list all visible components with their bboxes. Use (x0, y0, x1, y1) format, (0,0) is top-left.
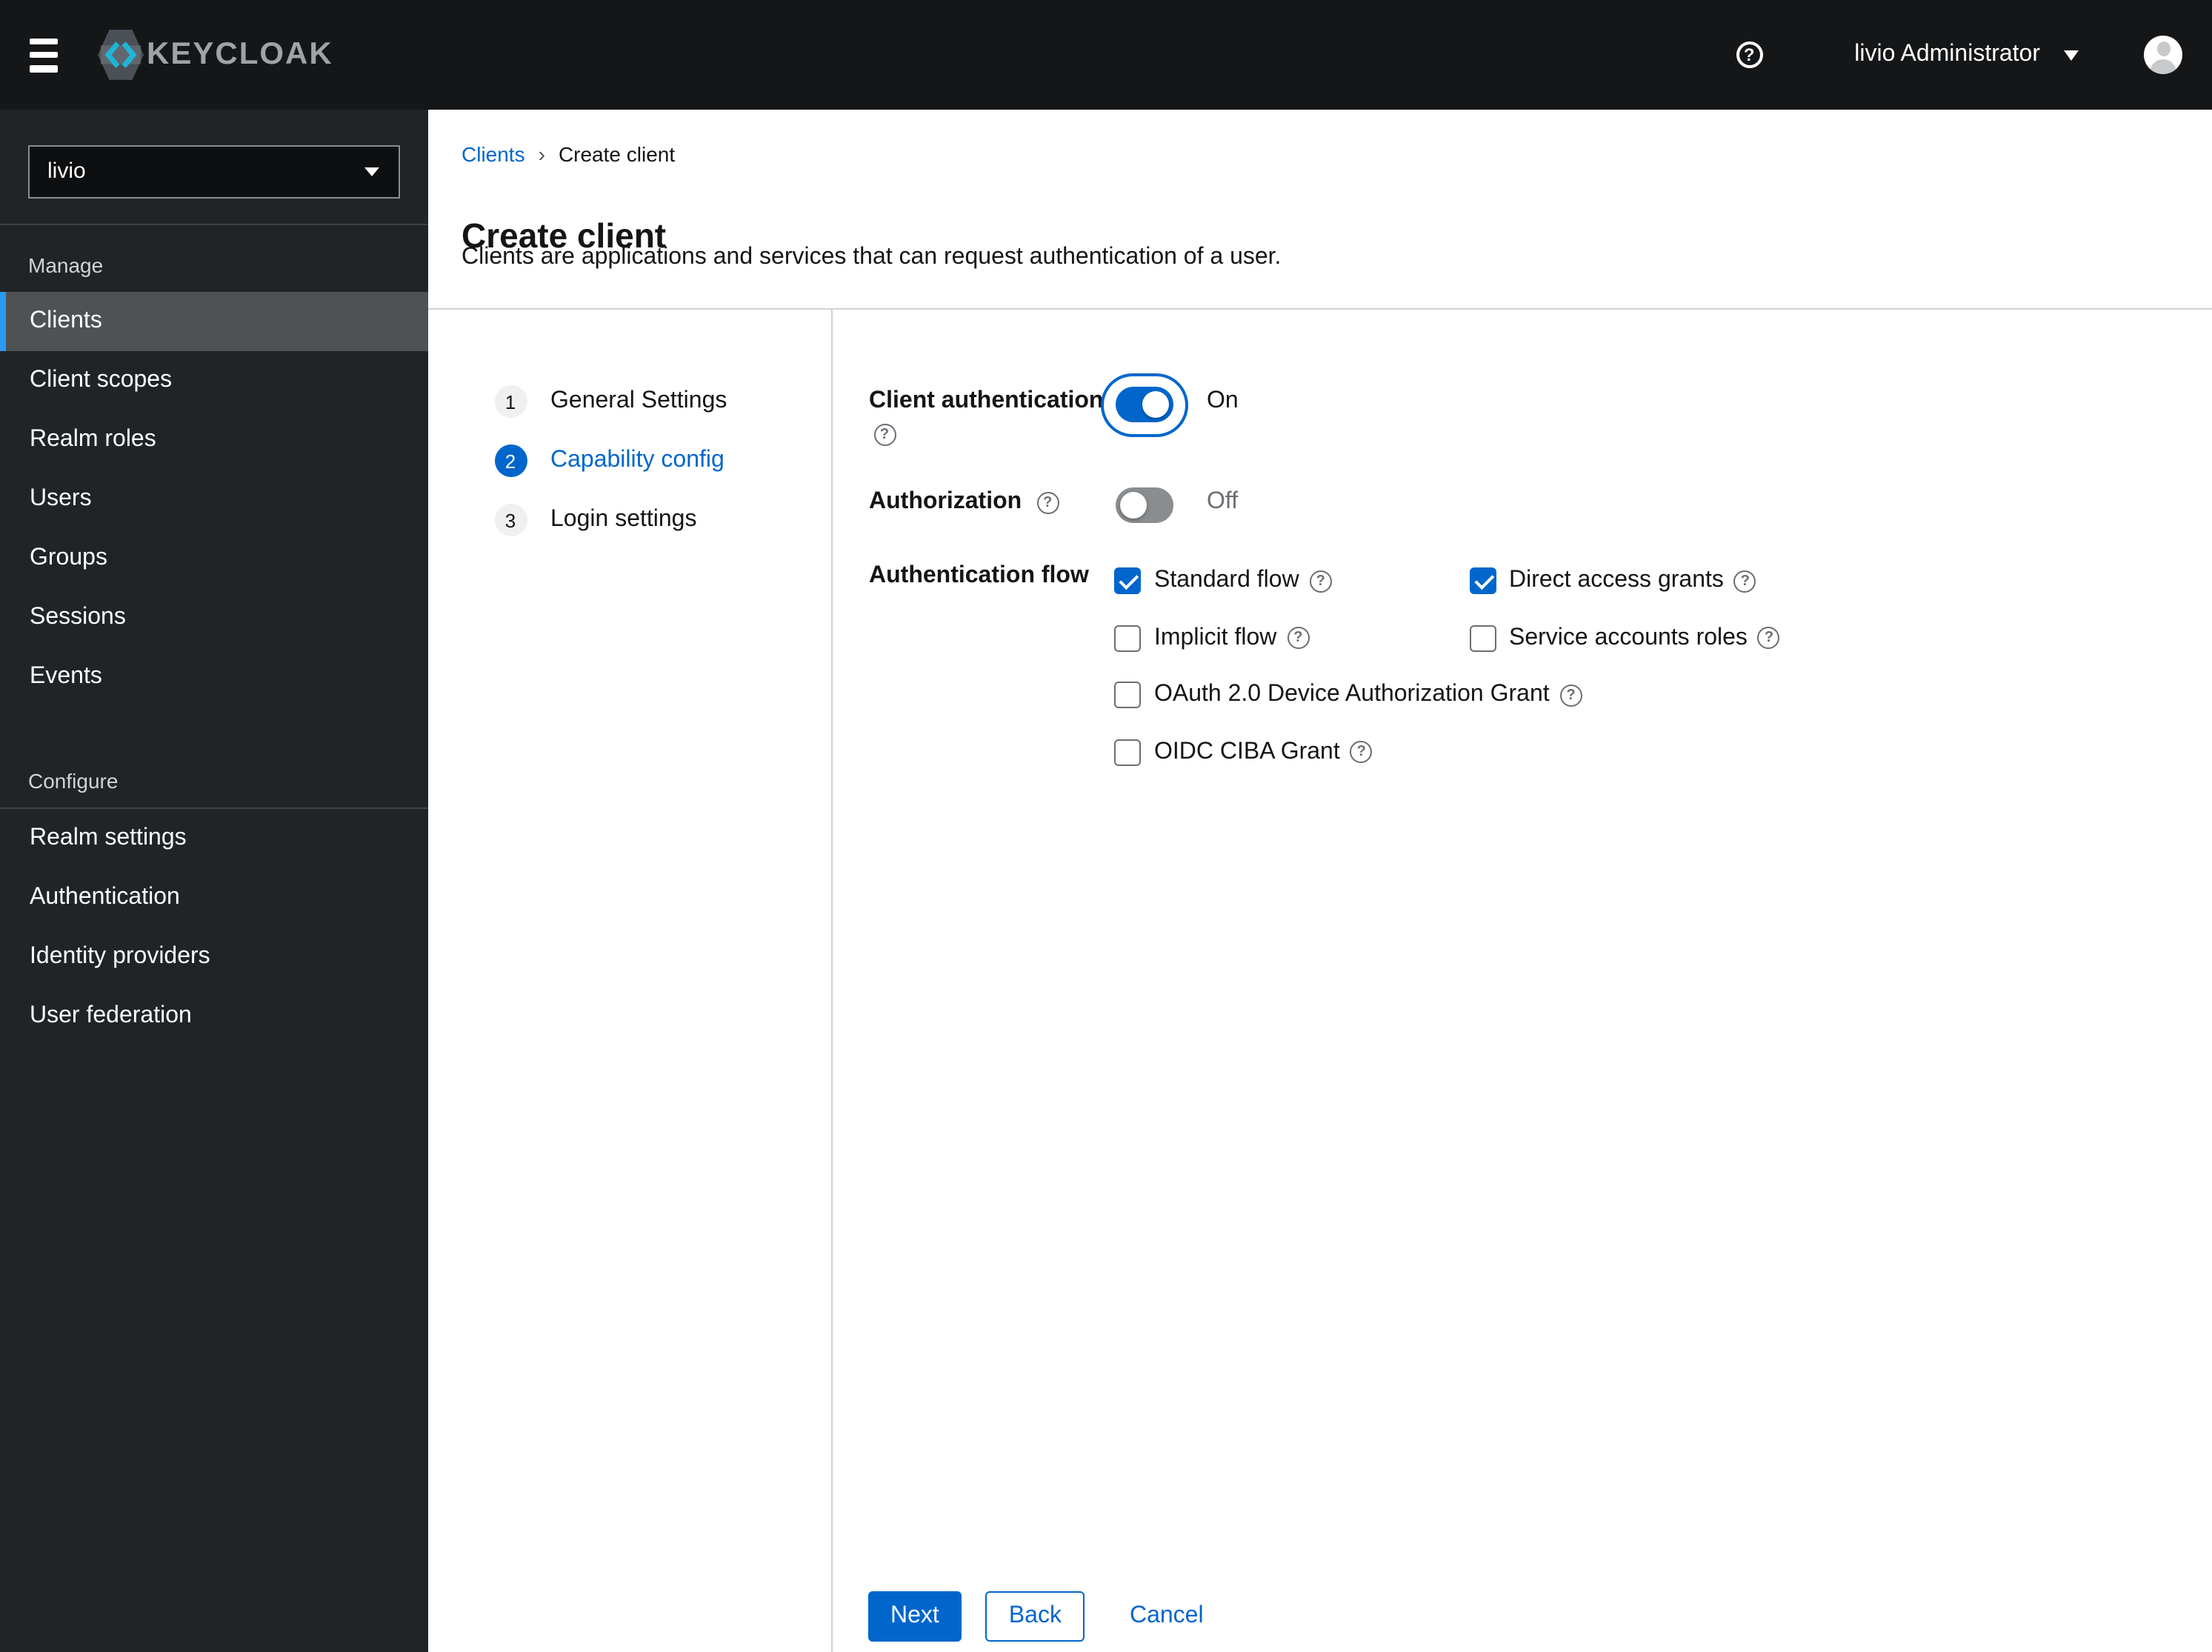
option-label: Service accounts roles (1509, 625, 1748, 650)
option-label: Implicit flow (1154, 625, 1277, 650)
sidebar-item-user-federation[interactable]: User federation (0, 986, 427, 1045)
authorization-help-icon[interactable]: ? (1036, 491, 1059, 513)
authorization-toggle[interactable] (1115, 487, 1173, 523)
sidebar: livio Manage Clients Client scopes Realm… (0, 110, 427, 1652)
authorization-label-row: Authorization ? (869, 489, 1059, 516)
chevron-down-icon (364, 167, 379, 176)
breadcrumb: Clients › Create client (462, 142, 675, 166)
sidebar-item-realm-settings[interactable]: Realm settings (0, 808, 427, 867)
authorization-state: Off (1207, 489, 1239, 514)
client-authentication-toggle[interactable] (1115, 387, 1173, 423)
breadcrumb-clients-link[interactable]: Clients (462, 142, 525, 166)
client-authentication-state: On (1207, 388, 1239, 413)
help-icon[interactable]: ? (1736, 41, 1763, 68)
wizard-step-general-settings[interactable]: 1 General Settings (494, 385, 830, 418)
option-direct-access-grants: Direct access grants ? (1469, 567, 1780, 594)
breadcrumb-current: Create client (558, 142, 676, 166)
main-content: Clients › Create client Create client Cl… (427, 110, 2212, 1652)
wizard-footer: Next Back Cancel (868, 1591, 1204, 1642)
keycloak-logo-icon (98, 30, 144, 80)
keycloak-admin-console: KEYCLOAK ? livio Administrator livio Man… (0, 0, 2212, 1652)
toggle-knob (1142, 391, 1168, 419)
sidebar-item-sessions[interactable]: Sessions (0, 587, 427, 647)
implicit-flow-checkbox[interactable] (1114, 625, 1141, 651)
direct-access-grants-help-icon[interactable]: ? (1733, 570, 1756, 592)
oauth-device-grant-checkbox[interactable] (1114, 682, 1141, 708)
client-authentication-switch-focus-ring (1100, 373, 1187, 436)
manage-nav-list: Clients Client scopes Realm roles Users … (0, 291, 427, 706)
next-button[interactable]: Next (868, 1591, 962, 1642)
standard-flow-checkbox[interactable] (1114, 567, 1141, 594)
option-label: OAuth 2.0 Device Authorization Grant (1154, 682, 1550, 707)
avatar[interactable] (2144, 36, 2182, 74)
step-label: General Settings (550, 388, 727, 413)
chevron-right-icon: › (538, 142, 545, 166)
nav-toggle-icon[interactable] (30, 38, 58, 72)
masthead: KEYCLOAK ? livio Administrator (0, 0, 2212, 110)
sidebar-item-identity-providers[interactable]: Identity providers (0, 927, 427, 986)
sidebar-item-realm-roles[interactable]: Realm roles (0, 410, 427, 469)
step-number: 2 (494, 444, 527, 477)
toggle-knob (1119, 492, 1146, 519)
oidc-ciba-grant-checkbox[interactable] (1114, 739, 1141, 765)
realm-selector[interactable]: livio (28, 145, 399, 198)
wizard-step-capability-config[interactable]: 2 Capability config (494, 444, 830, 477)
option-label: Direct access grants (1509, 567, 1724, 593)
implicit-flow-help-icon[interactable]: ? (1287, 627, 1310, 649)
option-oidc-ciba-grant: OIDC CIBA Grant ? (1114, 739, 1780, 765)
step-label: Login settings (550, 507, 697, 532)
sidebar-item-client-scopes[interactable]: Client scopes (0, 350, 427, 410)
wizard-steps-nav: 1 General Settings 2 Capability config 3… (427, 310, 832, 1652)
section-title-configure: Configure (28, 768, 119, 792)
capability-config-form: Client authentication ? On Authorization… (832, 310, 2212, 1652)
configure-nav-list: Realm settings Authentication Identity p… (0, 808, 427, 1045)
create-client-wizard: 1 General Settings 2 Capability config 3… (427, 310, 2212, 1652)
oauth-device-grant-help-icon[interactable]: ? (1559, 684, 1582, 706)
authentication-flow-options: Standard flow ? Direct access grants ? I… (1114, 567, 1780, 765)
section-title-manage: Manage (28, 253, 104, 276)
wizard-step-login-settings[interactable]: 3 Login settings (494, 504, 830, 536)
option-label: OIDC CIBA Grant (1154, 739, 1340, 764)
chevron-down-icon (2064, 50, 2079, 60)
step-number: 3 (494, 504, 527, 536)
option-standard-flow: Standard flow ? (1114, 567, 1469, 594)
keycloak-logo: KEYCLOAK (98, 30, 333, 80)
brand-text: KEYCLOAK (147, 37, 333, 71)
sidebar-item-groups[interactable]: Groups (0, 528, 427, 587)
cancel-button[interactable]: Cancel (1130, 1603, 1204, 1630)
option-label: Standard flow (1154, 567, 1299, 593)
sidebar-item-events[interactable]: Events (0, 647, 427, 706)
authorization-label: Authorization (869, 489, 1022, 514)
client-authentication-help-icon[interactable]: ? (873, 424, 896, 446)
back-button[interactable]: Back (985, 1591, 1085, 1642)
option-service-accounts-roles: Service accounts roles ? (1469, 625, 1780, 651)
page-subtitle: Clients are applications and services th… (462, 244, 1282, 270)
realm-name: livio (47, 159, 86, 184)
user-menu[interactable]: livio Administrator (1854, 41, 2079, 68)
option-oauth-device-grant: OAuth 2.0 Device Authorization Grant ? (1114, 682, 1780, 708)
step-label: Capability config (550, 447, 724, 473)
user-name: livio Administrator (1854, 41, 2040, 67)
option-implicit-flow: Implicit flow ? (1114, 625, 1469, 651)
masthead-actions: ? livio Administrator (1736, 36, 2182, 74)
client-authentication-label: Client authentication (869, 388, 1104, 413)
service-accounts-roles-checkbox[interactable] (1469, 625, 1496, 651)
authentication-flow-label: Authentication flow (869, 563, 1089, 588)
step-number: 1 (494, 385, 527, 418)
standard-flow-help-icon[interactable]: ? (1309, 570, 1332, 592)
oidc-ciba-grant-help-icon[interactable]: ? (1350, 741, 1373, 763)
service-accounts-roles-help-icon[interactable]: ? (1757, 627, 1780, 649)
direct-access-grants-checkbox[interactable] (1469, 567, 1496, 594)
sidebar-item-users[interactable]: Users (0, 469, 427, 528)
sidebar-item-clients[interactable]: Clients (0, 291, 427, 350)
sidebar-item-authentication[interactable]: Authentication (0, 867, 427, 927)
